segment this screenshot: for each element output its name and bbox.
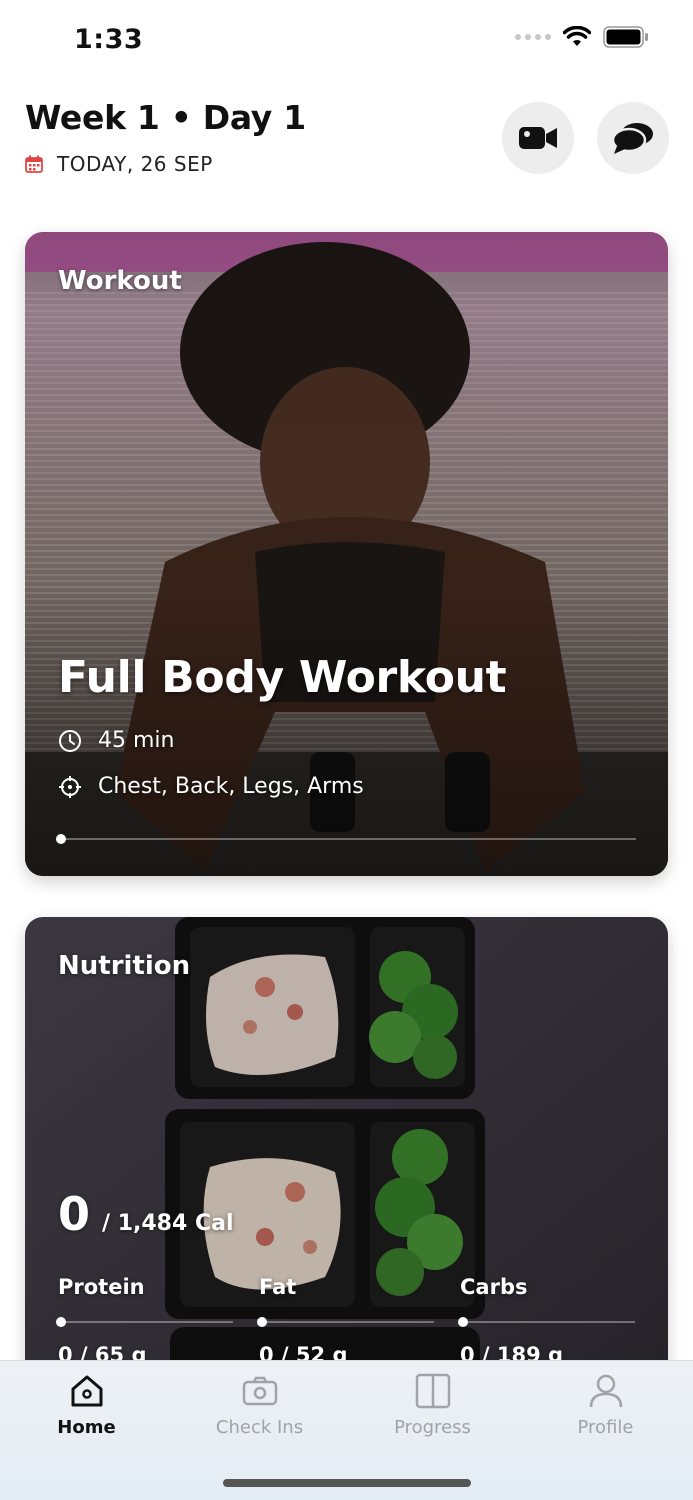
macro-fat: Fat 0 / 52 g [257, 1275, 434, 1367]
today-date: TODAY, 26 SEP [25, 152, 213, 176]
macro-progress-dot [458, 1317, 468, 1327]
cellular-signal-icon [515, 34, 551, 40]
macro-progress-bar [257, 1317, 434, 1327]
workout-title: Full Body Workout [58, 652, 507, 703]
workout-duration-text: 45 min [98, 728, 175, 753]
split-panel-icon [415, 1373, 450, 1409]
clock-icon [59, 729, 81, 752]
nutrition-label: Nutrition [58, 951, 191, 981]
page-title: Week 1 • Day 1 [25, 98, 306, 137]
macro-protein: Protein 0 / 65 g [56, 1275, 233, 1367]
status-icons [515, 26, 649, 48]
home-indicator[interactable] [223, 1479, 471, 1487]
workout-progress-dot [56, 834, 66, 844]
tab-check-ins[interactable]: Check Ins [173, 1373, 346, 1438]
home-screen: 1:33 Week 1 • Day 1 TODAY, 26 SEP Workou… [0, 0, 693, 1500]
video-call-button[interactable] [502, 102, 574, 174]
calories-goal: / 1,484 Cal [102, 1211, 234, 1236]
status-time: 1:33 [74, 24, 144, 55]
workout-muscles-text: Chest, Back, Legs, Arms [98, 774, 364, 799]
status-bar: 1:33 [0, 0, 693, 80]
macro-progress-bar [56, 1317, 233, 1327]
tab-label: Home [57, 1417, 116, 1438]
tab-label: Profile [577, 1417, 634, 1438]
macro-name: Fat [259, 1275, 297, 1299]
camera-icon [242, 1376, 277, 1406]
calories-consumed: 0 [58, 1187, 91, 1241]
tab-home[interactable]: Home [0, 1373, 173, 1438]
battery-icon [603, 26, 648, 48]
workout-muscles: Chest, Back, Legs, Arms [58, 774, 364, 799]
video-camera-icon [519, 127, 557, 149]
tab-label: Progress [394, 1417, 471, 1438]
person-icon [589, 1374, 622, 1408]
calorie-summary: 0 / 1,484 Cal [58, 1187, 234, 1241]
tab-bar: Home Check Ins Progress Profile [0, 1360, 693, 1500]
tab-profile[interactable]: Profile [519, 1373, 692, 1438]
macro-progress-dot [257, 1317, 267, 1327]
tab-label: Check Ins [215, 1417, 304, 1438]
calendar-icon [25, 155, 43, 173]
workout-label: Workout [58, 266, 182, 296]
workout-progress-bar [56, 834, 636, 844]
chat-button[interactable] [597, 102, 669, 174]
workout-duration: 45 min [58, 728, 174, 753]
macro-progress-dot [56, 1317, 66, 1327]
macro-progress-bar [458, 1317, 635, 1327]
tab-progress[interactable]: Progress [346, 1373, 519, 1438]
wifi-icon [563, 26, 591, 46]
today-date-label: TODAY, 26 SEP [57, 152, 213, 176]
macro-name: Carbs [460, 1275, 528, 1299]
workout-card[interactable]: Workout Full Body Workout 45 min Chest, … [25, 232, 668, 876]
nutrition-card[interactable]: Nutrition 0 / 1,484 Cal Protein 0 / 65 g… [25, 917, 668, 1437]
home-icon [71, 1375, 102, 1407]
chat-bubbles-icon [611, 123, 653, 154]
crosshair-icon [59, 775, 81, 798]
macro-name: Protein [58, 1275, 145, 1299]
macro-carbs: Carbs 0 / 189 g [458, 1275, 635, 1367]
